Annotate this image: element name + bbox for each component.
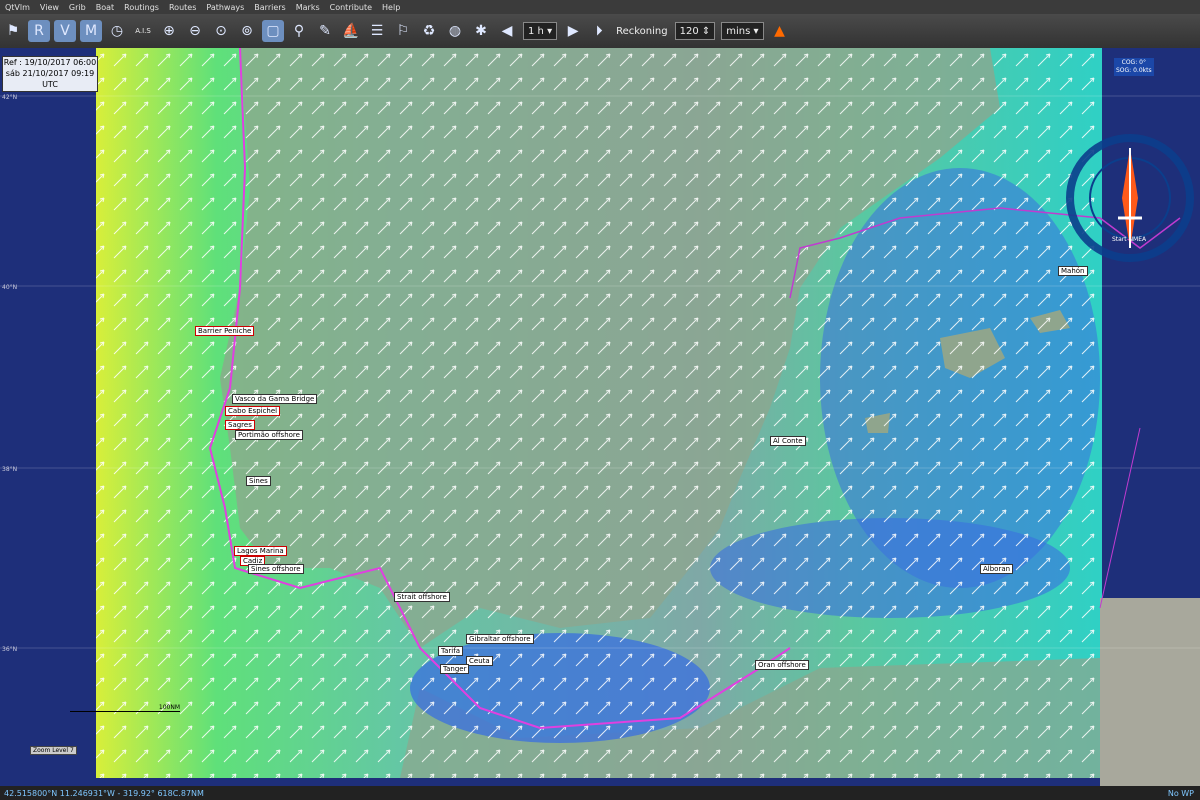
layers-icon[interactable]: ☰ <box>366 20 388 42</box>
mark-label[interactable]: Vasco da Gama Bridge <box>232 394 318 404</box>
lighthouse-icon[interactable]: ⚑ <box>2 20 24 42</box>
zoom-level: Zoom Level 7 <box>30 746 77 755</box>
status-right: No WP <box>1167 788 1194 798</box>
timestep-select[interactable]: 1 h ▾ <box>523 22 558 40</box>
compass-icon[interactable]: ◍ <box>444 20 466 42</box>
mark-label[interactable]: Lagos Marina <box>234 546 287 556</box>
mark-label[interactable]: Al Conte <box>770 436 806 446</box>
zoom-out-icon[interactable]: ⊖ <box>184 20 206 42</box>
menu-boat[interactable]: Boat <box>91 3 119 12</box>
lat-label: 38°N <box>2 466 18 473</box>
warning-icon[interactable]: ▲ <box>769 20 791 42</box>
mark-label[interactable]: Tanger <box>440 664 470 674</box>
sardinia-land <box>1100 598 1200 786</box>
chart-svg <box>0 48 1200 786</box>
step-back-icon[interactable]: ◀ <box>496 20 518 42</box>
boat-icon[interactable]: ⛵ <box>340 20 362 42</box>
routing-icon[interactable]: R <box>28 20 50 42</box>
menu-pathways[interactable]: Pathways <box>201 3 249 12</box>
status-bar: 42.515800°N 11.246931°W - 319.92° 618C.8… <box>0 786 1200 800</box>
zoom-in-icon[interactable]: ⊕ <box>158 20 180 42</box>
menu-bar: QtVlm View Grib Boat Routings Routes Pat… <box>0 0 1200 14</box>
recycle-icon[interactable]: ♻ <box>418 20 440 42</box>
mark-label[interactable]: Strait offshore <box>394 592 450 602</box>
mark-label[interactable]: Sines <box>246 476 271 486</box>
mark-label[interactable]: Mahón <box>1058 266 1088 276</box>
step-forward-icon[interactable]: ▶ <box>562 20 584 42</box>
mark-label[interactable]: Alboran <box>980 564 1014 574</box>
map-icon[interactable]: M <box>80 20 102 42</box>
mark-label[interactable]: Sines offshore <box>248 564 304 574</box>
mark-label[interactable]: Ceuta <box>466 656 493 666</box>
ais-icon[interactable]: A.I.S <box>132 20 154 42</box>
mark-label[interactable]: Tarifa <box>438 646 463 656</box>
reckoning-unit-select[interactable]: mins ▾ <box>721 22 764 40</box>
menu-help[interactable]: Help <box>377 3 405 12</box>
play-icon[interactable]: ⏵ <box>588 20 610 42</box>
mark-label[interactable]: Barrier Peniche <box>195 326 255 336</box>
menu-barriers[interactable]: Barriers <box>249 3 290 12</box>
select-area-icon[interactable]: ▢ <box>262 20 284 42</box>
clock-icon[interactable]: ◷ <box>106 20 128 42</box>
lat-label: 36°N <box>2 646 18 653</box>
menu-qtvlm[interactable]: QtVlm <box>0 3 35 12</box>
mark-label[interactable]: Gibraltar offshore <box>466 634 534 644</box>
menu-view[interactable]: View <box>35 3 64 12</box>
grib-icon[interactable]: ✱ <box>470 20 492 42</box>
vlm-icon[interactable]: V <box>54 20 76 42</box>
menu-routings[interactable]: Routings <box>119 3 164 12</box>
zoom-all-icon[interactable]: ⊚ <box>236 20 258 42</box>
menu-routes[interactable]: Routes <box>164 3 201 12</box>
lat-label: 42°N <box>2 94 18 101</box>
mark-label[interactable]: Sagres <box>225 420 255 430</box>
toolbar: ⚑ R V M ◷ A.I.S ⊕ ⊖ ⊙ ⊚ ▢ ⚲ ✎ ⛵ ☰ ⚐ ♻ ◍ … <box>0 14 1200 48</box>
scale-bar: 100NM <box>70 704 180 712</box>
windsock-icon[interactable]: ⚐ <box>392 20 414 42</box>
map-view[interactable]: 42°N 40°N 38°N 36°N Barrier Peniche Cabo… <box>0 48 1200 786</box>
menu-marks[interactable]: Marks <box>291 3 325 12</box>
search-icon[interactable]: ⚲ <box>288 20 310 42</box>
pencil-icon[interactable]: ✎ <box>314 20 336 42</box>
compass-readout: COG: 0° SOG: 0.0kts <box>1114 58 1154 76</box>
reckoning-label: Reckoning <box>616 25 668 37</box>
lat-label: 40°N <box>2 284 18 291</box>
start-nmea-label[interactable]: Start NMEA <box>1112 236 1146 243</box>
reckoning-input[interactable]: 120 ⇕ <box>674 22 716 40</box>
menu-contribute[interactable]: Contribute <box>325 3 377 12</box>
mark-label[interactable]: Oran offshore <box>755 660 809 670</box>
zoom-fit-icon[interactable]: ⊙ <box>210 20 232 42</box>
date-box: Ref : 19/10/2017 06:00 sáb 21/10/2017 09… <box>2 56 98 92</box>
mark-label[interactable]: Cabo Espichel <box>225 406 281 416</box>
status-coords: 42.515800°N 11.246931°W - 319.92° 618C.8… <box>4 788 204 798</box>
menu-grib[interactable]: Grib <box>64 3 91 12</box>
mark-label[interactable]: Portimão offshore <box>235 430 303 440</box>
